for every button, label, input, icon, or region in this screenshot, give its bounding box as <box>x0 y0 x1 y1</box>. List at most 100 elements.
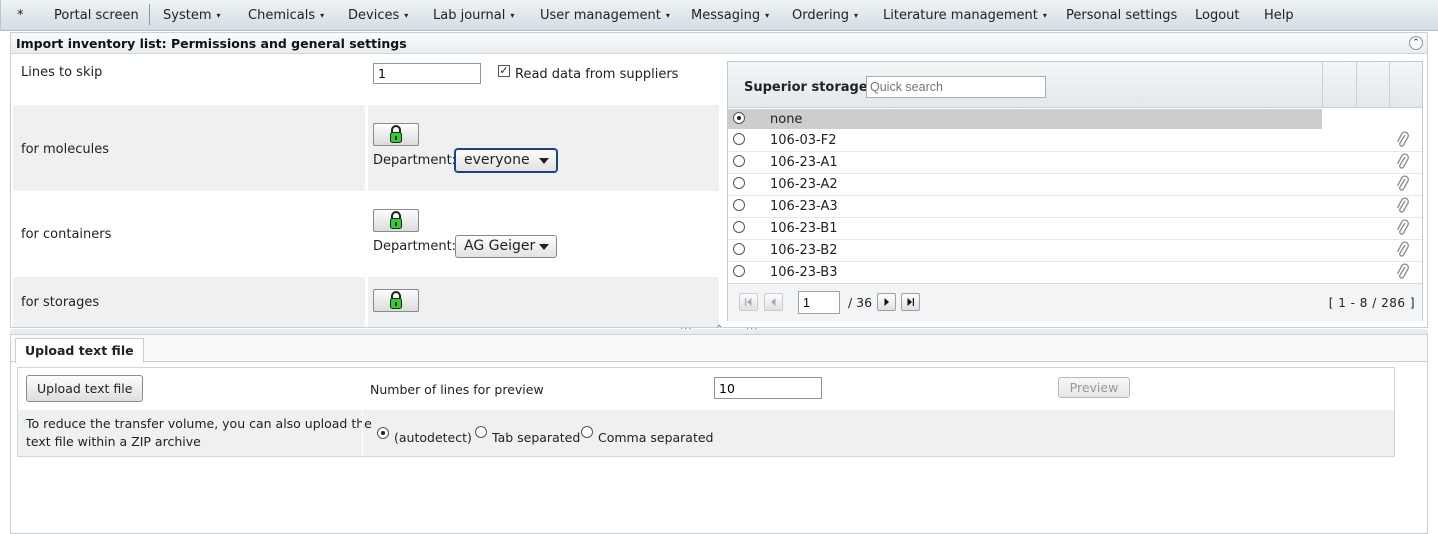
storage-name: 106-23-A1 <box>770 155 838 170</box>
menu-item-user-management[interactable]: User management ▾ <box>540 8 670 23</box>
row-containers: for containers Department: AG Geiger <box>13 191 719 277</box>
chevron-down-icon: ▾ <box>510 11 515 20</box>
lock-open-icon <box>390 291 402 309</box>
chevron-down-icon: ▾ <box>216 11 221 20</box>
page-number-input[interactable] <box>798 291 840 314</box>
last-page-button[interactable] <box>901 293 920 311</box>
storage-row[interactable]: 106-23-B1 <box>728 218 1422 240</box>
main-menu-bar: * Portal screen System ▾ Chemicals ▾ Devic… <box>0 0 1438 31</box>
prev-page-icon <box>771 298 776 306</box>
storage-row[interactable]: 106-23-A1 <box>728 152 1422 174</box>
upload-panel: Upload text file Upload text file Number… <box>10 334 1428 534</box>
molecules-permission-button[interactable] <box>373 123 419 146</box>
preview-lines-label: Number of lines for preview <box>370 382 544 397</box>
storage-radio[interactable] <box>733 199 745 211</box>
menu-item-star[interactable]: * <box>17 8 24 23</box>
selected-row-highlight <box>728 109 1322 129</box>
lines-to-skip-input[interactable] <box>373 63 481 84</box>
first-page-button[interactable] <box>739 293 758 311</box>
containers-department-select[interactable]: AG Geiger <box>455 235 557 258</box>
next-page-icon <box>884 298 889 306</box>
menu-item-literature-management[interactable]: Literature management ▾ <box>883 8 1047 23</box>
storage-row[interactable]: 106-03-F2 <box>728 130 1422 152</box>
lines-to-skip-label: Lines to skip <box>21 65 103 80</box>
storage-name: 106-23-A3 <box>770 199 838 214</box>
storage-radio[interactable] <box>733 133 745 145</box>
storage-radio[interactable] <box>733 243 745 255</box>
menu-item-portal-screen[interactable]: Portal screen <box>54 8 139 23</box>
collapse-icon[interactable]: ⌃ <box>1409 36 1423 50</box>
paperclip-icon[interactable] <box>1396 175 1410 193</box>
read-suppliers-checkbox[interactable]: ✓ <box>498 65 510 77</box>
storage-row[interactable]: 106-23-B2 <box>728 240 1422 262</box>
storage-radio[interactable] <box>733 112 745 124</box>
menu-item-system[interactable]: System ▾ <box>163 8 221 23</box>
paperclip-icon[interactable] <box>1396 197 1410 215</box>
molecules-label: for molecules <box>21 142 110 157</box>
superior-storage-title: Superior storage <box>744 80 868 95</box>
molecules-department-value: everyone <box>464 152 530 168</box>
paperclip-icon[interactable] <box>1396 241 1410 259</box>
record-range: [ 1 - 8 / 286 ] <box>1328 296 1415 310</box>
upload-text-file-button[interactable]: Upload text file <box>26 375 144 402</box>
chevron-down-icon: ▾ <box>854 11 859 20</box>
storage-row[interactable]: 106-23-A3 <box>728 196 1422 218</box>
storage-radio[interactable] <box>733 221 745 233</box>
row-lines-to-skip: Lines to skip ✓ Read data from suppliers <box>13 55 719 105</box>
chevron-down-icon: ▾ <box>765 11 770 20</box>
menu-item-help[interactable]: Help <box>1264 8 1294 23</box>
tab-separated-radio[interactable] <box>475 426 487 438</box>
chevron-down-icon: ▾ <box>1042 11 1047 20</box>
preview-button[interactable]: Preview <box>1058 377 1130 398</box>
menu-item-ordering[interactable]: Ordering ▾ <box>792 8 858 23</box>
prev-page-button[interactable] <box>764 293 783 311</box>
first-page-icon <box>745 298 752 306</box>
containers-permission-button[interactable] <box>373 209 419 232</box>
preview-lines-input[interactable] <box>714 377 822 399</box>
chevron-down-icon: ▾ <box>665 11 670 20</box>
storages-permission-button[interactable] <box>373 289 419 312</box>
comma-separated-radio[interactable] <box>581 426 593 438</box>
menu-item-messaging[interactable]: Messaging ▾ <box>691 8 769 23</box>
cell-divider <box>362 410 363 456</box>
department-label: Department: <box>373 239 457 254</box>
storage-radio[interactable] <box>733 177 745 189</box>
page-total: / 36 <box>848 295 873 310</box>
upload-row: Upload text file Number of lines for pre… <box>18 368 1394 410</box>
menu-item-devices[interactable]: Devices ▾ <box>348 8 408 23</box>
zip-note-line2: text file within a ZIP archive <box>26 434 201 449</box>
molecules-department-select[interactable]: everyone <box>455 149 557 172</box>
grid-header: Superior storage <box>728 62 1422 108</box>
lock-open-icon <box>390 125 402 143</box>
storage-radio[interactable] <box>733 265 745 277</box>
tab-upload-text-file[interactable]: Upload text file <box>15 338 144 363</box>
paperclip-icon[interactable] <box>1396 131 1410 149</box>
separator-row: To reduce the transfer volume, you can a… <box>18 410 1394 456</box>
paperclip-icon[interactable] <box>1396 219 1410 237</box>
row-molecules: for molecules Department: everyone <box>13 105 719 191</box>
storages-label: for storages <box>21 295 100 310</box>
grid-pager: / 36 [ 1 - 8 / 286 ] <box>728 283 1422 321</box>
menu-item-logout[interactable]: Logout <box>1195 8 1240 23</box>
quick-search-input[interactable] <box>866 76 1046 98</box>
menu-item-lab-journal[interactable]: Lab journal ▾ <box>433 8 514 23</box>
panel-title: Import inventory list: Permissions and g… <box>16 36 407 51</box>
storage-row[interactable]: 106-23-B3 <box>728 262 1422 284</box>
paperclip-icon[interactable] <box>1396 263 1410 281</box>
menu-item-personal-settings[interactable]: Personal settings <box>1066 8 1177 23</box>
storage-name: 106-23-B1 <box>770 221 838 236</box>
superior-storage-grid: Superior storage none 106-03-F2 106-23-A… <box>727 61 1423 321</box>
paperclip-icon[interactable] <box>1396 153 1410 171</box>
column-divider <box>1389 62 1390 108</box>
lock-open-icon <box>390 211 402 229</box>
menu-item-chemicals[interactable]: Chemicals ▾ <box>248 8 324 23</box>
autodetect-radio[interactable] <box>377 427 389 439</box>
column-divider <box>1356 62 1357 108</box>
zip-note-line1: To reduce the transfer volume, you can a… <box>26 416 372 431</box>
storage-row[interactable]: 106-23-A2 <box>728 174 1422 196</box>
chevron-down-icon <box>539 244 549 250</box>
storage-row[interactable]: none <box>728 109 1422 131</box>
storage-radio[interactable] <box>733 155 745 167</box>
panel-header: Import inventory list: Permissions and g… <box>11 33 1427 54</box>
next-page-button[interactable] <box>877 293 896 311</box>
